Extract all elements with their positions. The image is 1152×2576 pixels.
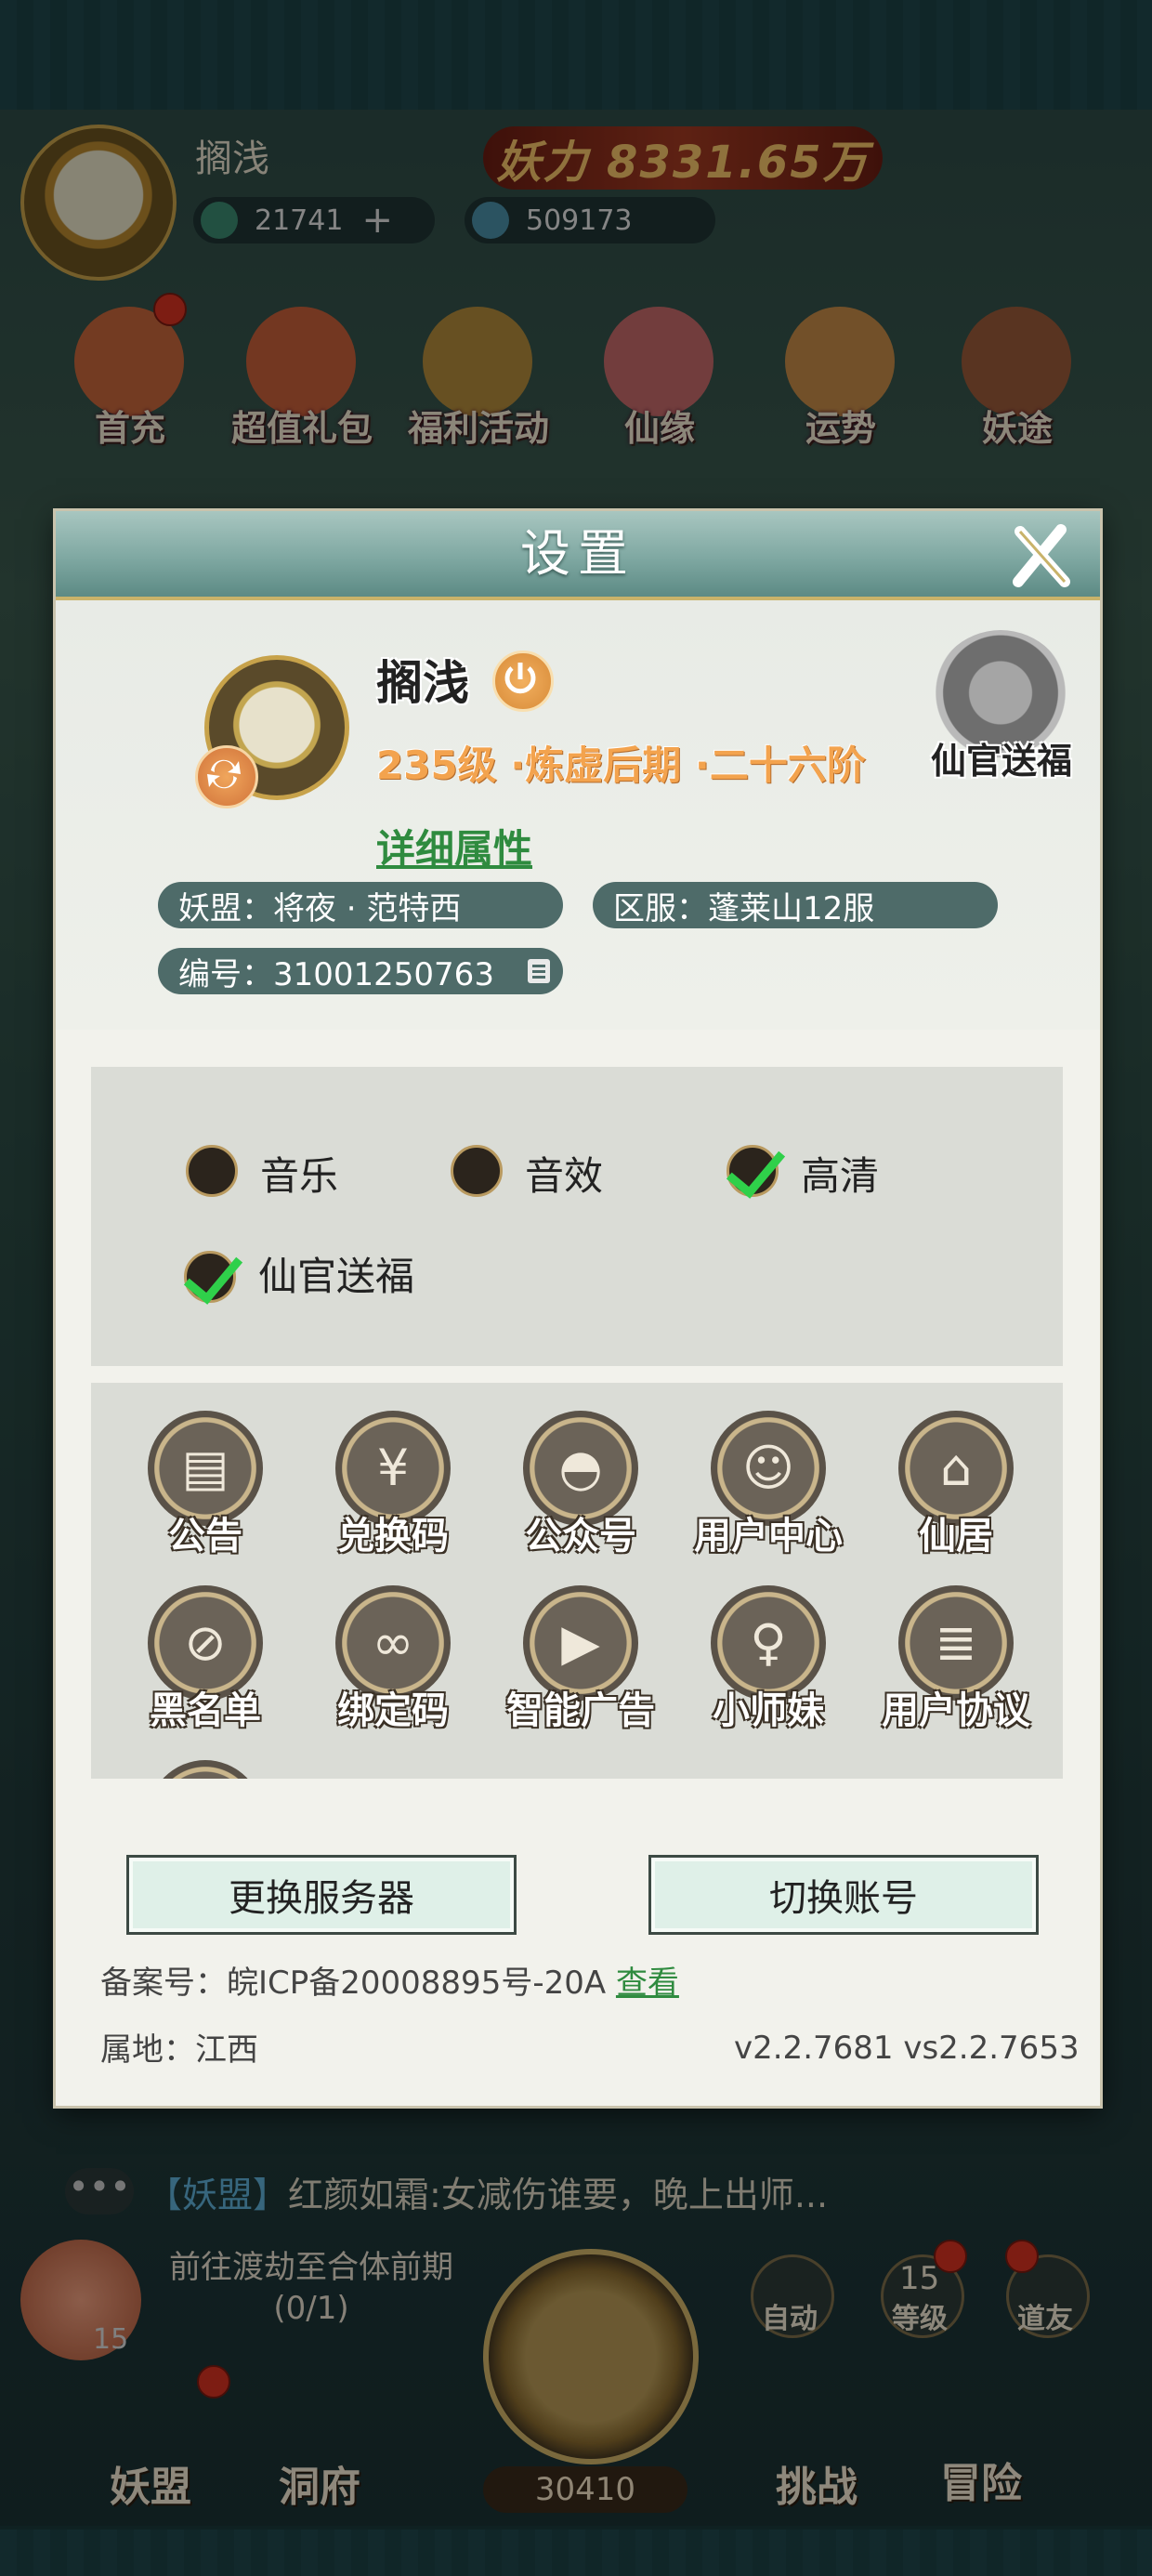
function-label: 公众号: [525, 1515, 636, 1557]
function-label: 黑名单: [150, 1689, 261, 1732]
function-residence[interactable]: ⌂ 仙居: [877, 1411, 1035, 1597]
checkmark-icon: [726, 1137, 786, 1199]
function-user-center[interactable]: ☺ 用户中心: [689, 1411, 847, 1597]
swap-avatar-icon[interactable]: [195, 745, 258, 808]
location-text: 属地：江西: [100, 2031, 258, 2069]
function-smart-ads[interactable]: ▶ 智能广告: [502, 1585, 660, 1771]
change-server-button[interactable]: 更换服务器: [126, 1855, 517, 1935]
close-button[interactable]: [1003, 520, 1078, 595]
function-bind-code[interactable]: ∞ 绑定码: [314, 1585, 472, 1771]
option-label: 仙官送福: [258, 1254, 415, 1299]
function-label: 仙居: [919, 1515, 993, 1557]
option-label: 音乐: [260, 1153, 339, 1199]
function-label: 智能广告: [506, 1689, 655, 1732]
option-sound[interactable]: 音效: [451, 1145, 674, 1201]
function-label: 用户中心: [694, 1515, 843, 1557]
function-label: 绑定码: [337, 1689, 449, 1732]
function-partial-item[interactable]: [126, 1760, 284, 1779]
checkmark-icon: [183, 1242, 243, 1305]
id-number: 编号：31001250763: [178, 955, 494, 993]
music-checkbox[interactable]: [186, 1145, 238, 1197]
function-official-account[interactable]: ◓ 公众号: [502, 1411, 660, 1597]
function-junior-sister[interactable]: ♀ 小师妹: [689, 1585, 847, 1771]
switch-account-button[interactable]: 切换账号: [648, 1855, 1039, 1935]
function-label: 公告: [168, 1515, 242, 1557]
function-redeem-code[interactable]: ¥ 兑换码: [314, 1411, 472, 1597]
options-panel: [91, 1067, 1063, 1366]
close-icon: [1013, 524, 1070, 587]
id-pill: 编号：31001250763: [158, 948, 563, 994]
version-text: v2.2.7681 vs2.2.7653: [734, 2030, 1080, 2067]
function-label: 兑换码: [337, 1515, 449, 1557]
profile-level: 235级 ·炼虚后期 ·二十六阶: [376, 743, 866, 788]
function-announcement[interactable]: ▤ 公告: [126, 1411, 284, 1597]
power-icon[interactable]: [492, 651, 554, 712]
xianguan-label: 仙官送福: [930, 741, 1072, 782]
function-label: 用户协议: [882, 1689, 1030, 1732]
copy-icon[interactable]: [528, 959, 550, 983]
xianguan-checkbox[interactable]: [183, 1242, 243, 1305]
function-blacklist[interactable]: ⊘ 黑名单: [126, 1585, 284, 1771]
option-hd[interactable]: 高清: [726, 1137, 949, 1201]
option-label: 音效: [525, 1153, 604, 1199]
sound-checkbox[interactable]: [451, 1145, 503, 1197]
dialog-title: 设置: [520, 524, 635, 583]
icp-text: 备案号：皖ICP备20008895号-20A: [100, 1965, 607, 2002]
option-xianguan[interactable]: 仙官送福: [183, 1242, 481, 1307]
profile-name: 搁浅: [376, 656, 469, 710]
server-pill: 区服：蓬莱山12服: [593, 882, 998, 928]
option-music[interactable]: 音乐: [186, 1145, 409, 1201]
function-label: 小师妹: [713, 1689, 824, 1732]
settings-dialog: 设置 搁浅 235级 ·炼虚后期 ·二十六阶 详细属性 仙官送福 妖盟：将夜 ·…: [56, 511, 1100, 2106]
detail-attributes-link[interactable]: 详细属性: [376, 818, 532, 874]
function-user-agreement[interactable]: ≣ 用户协议: [877, 1585, 1035, 1771]
option-label: 高清: [801, 1153, 880, 1199]
function-grid-panel: ▤ 公告 ¥ 兑换码 ◓ 公众号 ☺ 用户中心 ⌂ 仙居 ⊘ 黑名单 ∞ 绑定码…: [91, 1383, 1063, 1779]
alliance-pill: 妖盟：将夜 · 范特西: [158, 882, 563, 928]
icp-view-link[interactable]: 查看: [616, 1965, 679, 2002]
icp-record: 备案号：皖ICP备20008895号-20A 查看: [100, 1957, 679, 2003]
partial-icon: [148, 1760, 263, 1779]
hd-checkbox[interactable]: [726, 1137, 786, 1199]
